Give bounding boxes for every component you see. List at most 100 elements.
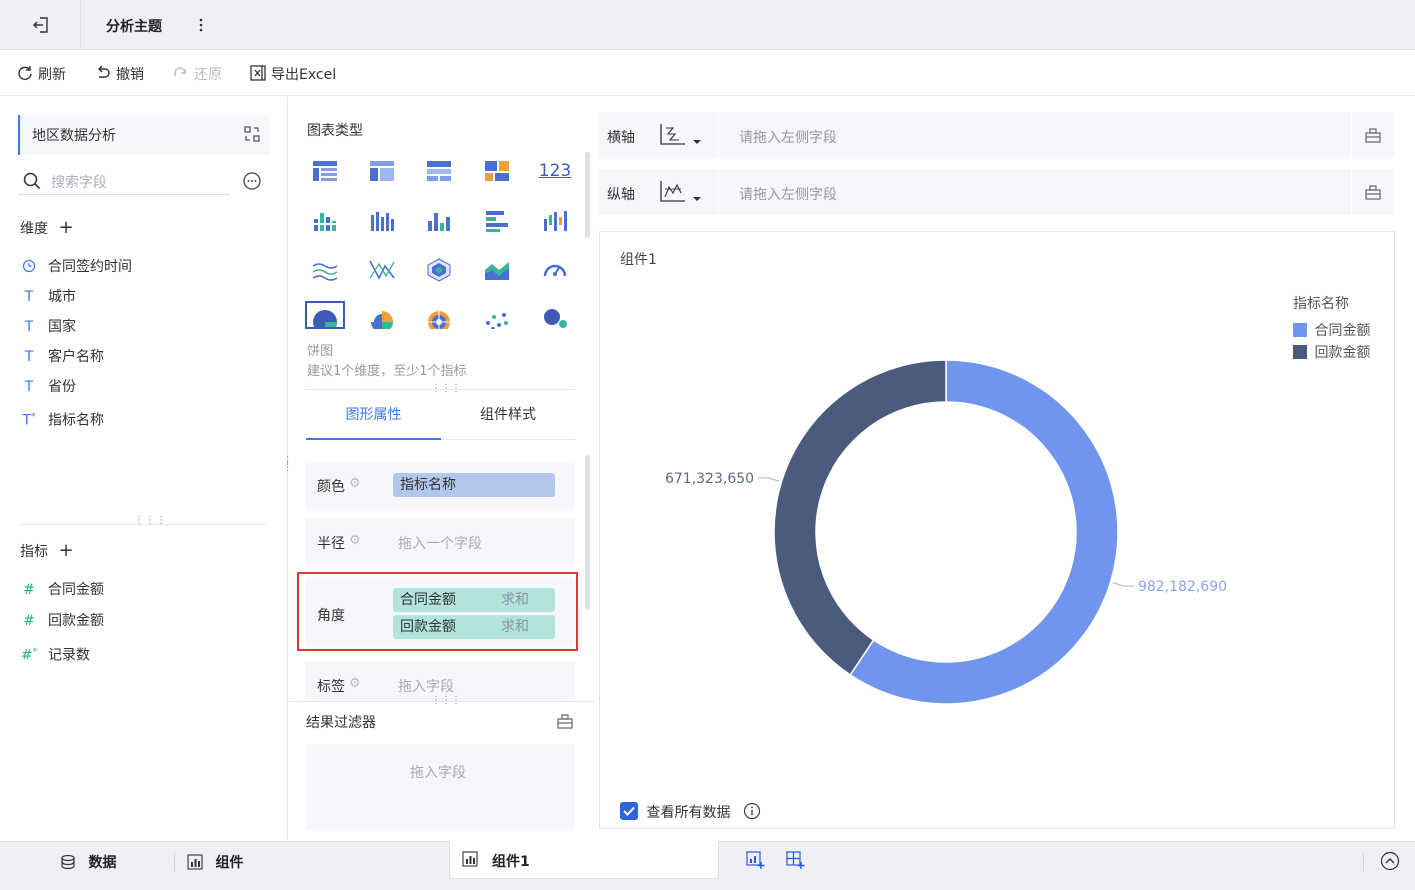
chart-type-multi-pie-icon[interactable] [419, 301, 459, 329]
angle-field-pill[interactable]: 回款金额 求和 [393, 615, 555, 639]
chart-type-stacked-bar-icon[interactable] [305, 203, 345, 239]
tab-component[interactable]: 组件 [187, 852, 243, 874]
chart-type-horizontal-bar-icon[interactable] [477, 203, 517, 239]
export-excel-button[interactable]: 导出Excel [249, 64, 336, 84]
x-axis-row: 横轴 请拖入左侧字段 [599, 112, 1395, 158]
dimension-label: 国家 [48, 319, 76, 335]
chart-type-pie-icon-selected[interactable] [305, 301, 345, 329]
chart-type-grouped-bar-icon[interactable] [362, 203, 402, 239]
legend-item[interactable]: 合同金额 [1293, 320, 1370, 340]
color-field-pill[interactable]: 指标名称 [393, 473, 555, 497]
tab-graphic-properties[interactable]: 图形属性 [306, 398, 441, 440]
add-component-icon[interactable] [745, 850, 765, 874]
chart-type-multi-line-icon[interactable] [362, 252, 402, 288]
chart-type-treemap-icon[interactable] [477, 153, 517, 189]
divider [718, 112, 719, 158]
chart-list-scrollbar[interactable] [585, 152, 590, 238]
chart-type-radar-icon[interactable] [419, 252, 459, 288]
chart-type-bubble-icon[interactable] [535, 301, 575, 329]
search-placeholder: 搜索字段 [51, 175, 107, 191]
measure-field[interactable]: # 回款金额 [20, 610, 104, 632]
splitter-handle[interactable]: ⋮⋮⋮ [134, 515, 166, 527]
add-dashboard-icon[interactable] [785, 850, 805, 874]
checkbox-checked-icon [620, 802, 638, 824]
refresh-button[interactable]: 刷新 [16, 64, 66, 84]
search-field[interactable]: 搜索字段 [18, 167, 230, 195]
chart-type-title: 图表类型 [307, 123, 363, 139]
filter-drop-zone[interactable]: 拖入字段 [306, 744, 575, 830]
exit-icon[interactable] [30, 14, 52, 36]
chart-type-detail-table-icon[interactable] [419, 153, 459, 189]
hash-star-icon: #* [20, 647, 38, 664]
text-t-icon: T [24, 379, 34, 395]
undo-button[interactable]: 撤销 [94, 64, 144, 84]
tab-label: 组件样式 [480, 407, 536, 423]
slice-value-label: 982,182,690 [1138, 579, 1227, 595]
add-dimension-icon[interactable]: + [58, 217, 73, 238]
tab-component1-label: 组件1 [492, 854, 530, 870]
divider [305, 389, 575, 390]
donut-slice[interactable] [773, 359, 947, 676]
chart-type-waterfall-icon[interactable] [535, 203, 575, 239]
y-axis-type-icon[interactable] [659, 179, 703, 209]
tab-data-label: 数据 [88, 855, 117, 871]
field-panel: 地区数据分析 搜索字段 维度 + 合同签约时间 T 城市 T 国家 T 客户名称 T省… [0, 97, 288, 840]
props-scrollbar[interactable] [585, 455, 590, 610]
measure-label: 回款金额 [48, 613, 104, 629]
add-measure-icon[interactable]: + [58, 540, 73, 561]
chart-type-rose-icon[interactable] [362, 301, 402, 329]
divider [1351, 169, 1352, 215]
chart-type-table-icon[interactable] [305, 153, 345, 189]
switch-dataset-icon[interactable] [242, 124, 262, 144]
dimension-field[interactable]: T 客户名称 [20, 346, 104, 368]
measure-field[interactable]: # 合同金额 [20, 579, 104, 601]
x-axis-drop-placeholder[interactable]: 请拖入左侧字段 [739, 127, 837, 147]
collapse-up-icon[interactable] [1380, 851, 1400, 875]
chart-type-area-icon[interactable] [477, 252, 517, 288]
dimension-field[interactable]: 合同签约时间 [20, 256, 132, 278]
label-drop-placeholder: 拖入字段 [398, 679, 454, 695]
gear-icon[interactable]: ⚙ [349, 533, 361, 548]
dimension-field[interactable]: T 国家 [20, 316, 76, 338]
aggregation-label[interactable]: 求和 [501, 615, 529, 639]
chart-type-scatter-icon[interactable] [477, 301, 517, 329]
tab-component1-active[interactable]: 组件1 [449, 841, 719, 879]
measure-field[interactable]: #* 记录数 [20, 641, 90, 664]
text-t-icon: T [24, 289, 34, 305]
dimension-field[interactable]: T 省份 [20, 376, 76, 398]
gear-icon[interactable]: ⚙ [349, 676, 361, 691]
y-axis-drop-placeholder[interactable]: 请拖入左侧字段 [739, 184, 837, 204]
panel-resize-handle[interactable]: ⋮ ⋮ [282, 455, 293, 478]
chart-type-crosstab-icon[interactable] [362, 153, 402, 189]
vertical-dots-icon[interactable] [196, 14, 206, 36]
y-axis-settings-icon[interactable] [1364, 183, 1382, 205]
filter-settings-icon[interactable] [556, 712, 574, 734]
chart-type-column-icon[interactable] [419, 203, 459, 239]
aggregation-label[interactable]: 求和 [501, 588, 529, 612]
more-options-icon[interactable] [242, 171, 262, 195]
tab-component-style[interactable]: 组件样式 [441, 398, 575, 440]
text-t-icon: T [24, 319, 34, 335]
dataset-selector[interactable]: 地区数据分析 [18, 115, 270, 155]
chart-card: 组件1 982,182,690 671,323,650 指标名称 合同金额 回款金… [599, 231, 1395, 829]
gear-icon[interactable]: ⚙ [349, 476, 361, 491]
splitter-handle[interactable]: ⋮⋮⋮ [431, 695, 461, 707]
angle-field-pill[interactable]: 合同金额 求和 [393, 588, 555, 612]
dimension-field[interactable]: T* 指标名称 [20, 406, 104, 429]
x-axis-settings-icon[interactable] [1364, 126, 1382, 148]
chart-type-line-icon[interactable] [305, 252, 345, 288]
redo-button[interactable]: 还原 [172, 64, 222, 84]
color-label: 颜色 [317, 479, 345, 495]
export-label: 导出Excel [271, 67, 337, 83]
radius-property[interactable]: 半径 ⚙ 拖入一个字段 [305, 519, 575, 565]
x-axis-type-icon[interactable] [659, 122, 703, 152]
bar-chart-icon [462, 851, 478, 871]
dimension-field[interactable]: T 城市 [20, 286, 76, 308]
info-icon[interactable] [743, 802, 761, 824]
legend-item[interactable]: 回款金额 [1293, 342, 1370, 362]
chart-type-gauge-icon[interactable] [535, 252, 575, 288]
tab-data[interactable]: 数据 [60, 852, 116, 874]
chart-type-kpi-icon[interactable]: 123 [535, 153, 575, 189]
refresh-label: 刷新 [38, 67, 66, 83]
view-all-data-checkbox[interactable]: 查看所有数据 [620, 802, 761, 822]
